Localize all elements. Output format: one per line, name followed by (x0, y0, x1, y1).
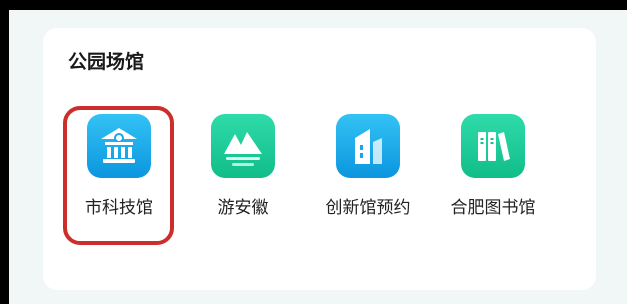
section-title: 公园场馆 (68, 51, 145, 73)
tile-label: 创新馆预约 (325, 198, 411, 218)
tile-label: 合肥图书馆 (450, 198, 536, 218)
tile-visit-anhui[interactable]: 游安徽 (178, 114, 308, 224)
tile-science-museum[interactable]: 市科技馆 (54, 114, 184, 224)
venue-tiles: 市科技馆 游安徽 创新馆预约 合肥图书馆 (43, 114, 596, 224)
museum-icon (87, 114, 151, 178)
app-screen: 公园场馆 市科技馆 游安徽 创新馆预约 合肥图书馆 (9, 10, 627, 304)
tile-label: 游安徽 (217, 198, 269, 218)
tile-label: 市科技馆 (85, 198, 153, 218)
screenshot-frame: 公园场馆 市科技馆 游安徽 创新馆预约 合肥图书馆 (0, 0, 627, 304)
park-venues-card: 公园场馆 市科技馆 游安徽 创新馆预约 合肥图书馆 (43, 28, 596, 290)
building-icon (336, 114, 400, 178)
books-icon (461, 114, 525, 178)
tile-hefei-library[interactable]: 合肥图书馆 (428, 114, 558, 224)
mountain-icon (211, 114, 275, 178)
tile-innovation-hall[interactable]: 创新馆预约 (303, 114, 433, 224)
